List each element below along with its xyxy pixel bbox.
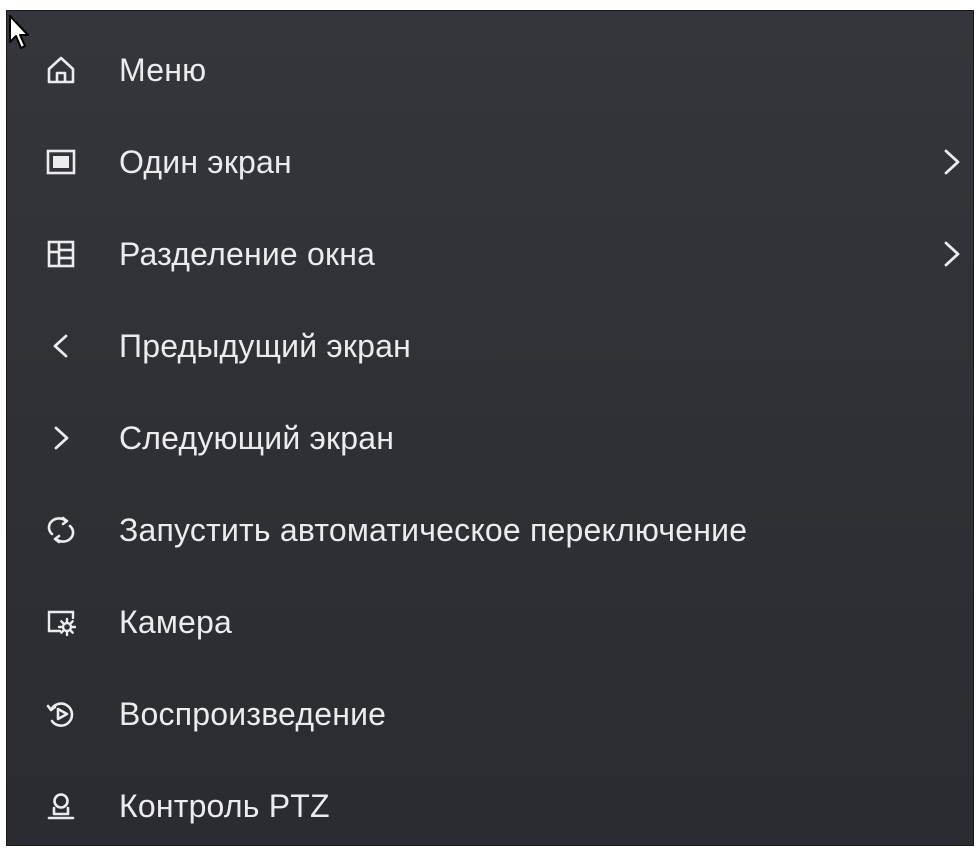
menu-item-label: Один экран	[119, 143, 292, 180]
chevron-right-icon	[941, 237, 963, 271]
menu-item-label: Контроль PTZ	[119, 787, 330, 824]
mouse-pointer-icon	[9, 15, 29, 49]
single-screen-icon	[44, 145, 78, 179]
split-window-icon	[44, 237, 78, 271]
menu-item-label: Запустить автоматическое переключение	[119, 511, 748, 548]
menu-item-label: Меню	[119, 51, 207, 88]
menu-item-playback[interactable]: Воспроизведение	[7, 668, 973, 760]
menu-item-start-auto-switch[interactable]: Запустить автоматическое переключение	[7, 484, 973, 576]
ptz-control-icon	[44, 789, 78, 823]
menu-item-ptz-control[interactable]: Контроль PTZ	[7, 760, 973, 852]
context-menu: Меню Один экран Разделение окна Предыдущ…	[6, 10, 974, 846]
menu-item-main-menu[interactable]: Меню	[7, 24, 973, 116]
playback-icon	[44, 697, 78, 731]
menu-item-next-screen[interactable]: Следующий экран	[7, 392, 973, 484]
menu-item-previous-screen[interactable]: Предыдущий экран	[7, 300, 973, 392]
auto-switch-icon	[44, 513, 78, 547]
menu-item-single-screen[interactable]: Один экран	[7, 116, 973, 208]
camera-settings-icon	[44, 605, 78, 639]
home-icon	[44, 53, 78, 87]
chevron-right-icon	[941, 145, 963, 179]
menu-item-camera[interactable]: Камера	[7, 576, 973, 668]
menu-item-label: Воспроизведение	[119, 695, 387, 732]
menu-item-label: Разделение окна	[119, 235, 376, 272]
menu-item-label: Следующий экран	[119, 419, 395, 456]
menu-item-label: Камера	[119, 603, 233, 640]
chevron-right-icon	[44, 421, 78, 455]
menu-item-label: Предыдущий экран	[119, 327, 411, 364]
menu-item-split-window[interactable]: Разделение окна	[7, 208, 973, 300]
chevron-left-icon	[44, 329, 78, 363]
